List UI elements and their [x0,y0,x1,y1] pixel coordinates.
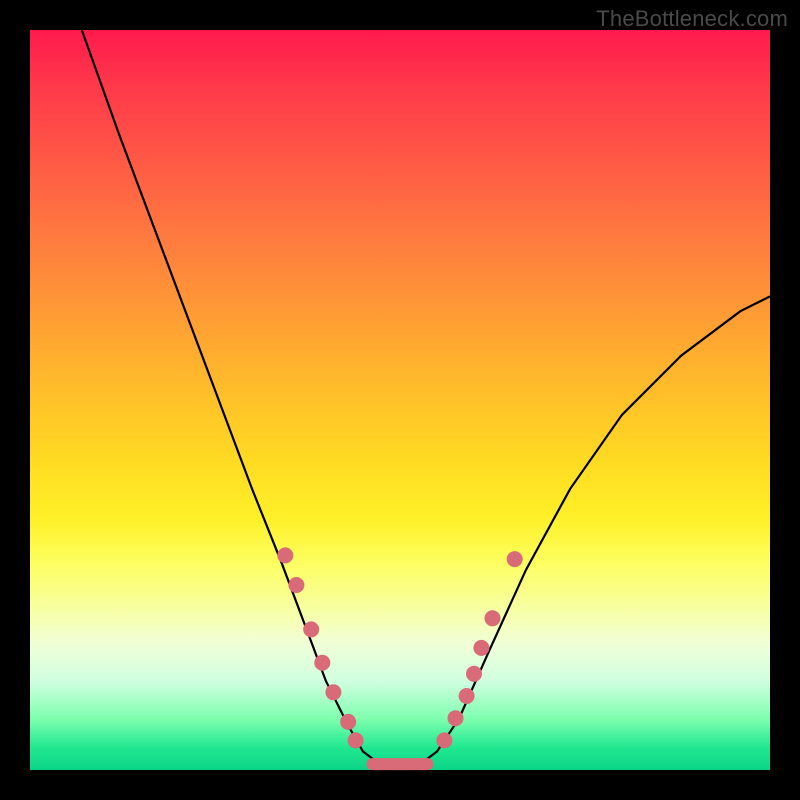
flat-segment-marker [367,758,434,770]
curve-marker [459,688,475,704]
curve-marker [348,732,364,748]
curve-marker [466,666,482,682]
chart-frame: TheBottleneck.com [0,0,800,800]
curve-marker [448,710,464,726]
curve-marker [473,640,489,656]
curve-marker [303,621,319,637]
curve-marker [507,551,523,567]
curve-marker [340,714,356,730]
markers-right-group [436,551,522,748]
curve-marker [485,610,501,626]
curve-marker [277,547,293,563]
markers-left-group [277,547,363,748]
curve-marker [325,684,341,700]
plot-area [30,30,770,770]
chart-svg [30,30,770,770]
curve-marker [314,655,330,671]
curve-marker [288,577,304,593]
bottleneck-curve [82,30,770,766]
watermark-text: TheBottleneck.com [596,6,788,32]
curve-marker [436,732,452,748]
